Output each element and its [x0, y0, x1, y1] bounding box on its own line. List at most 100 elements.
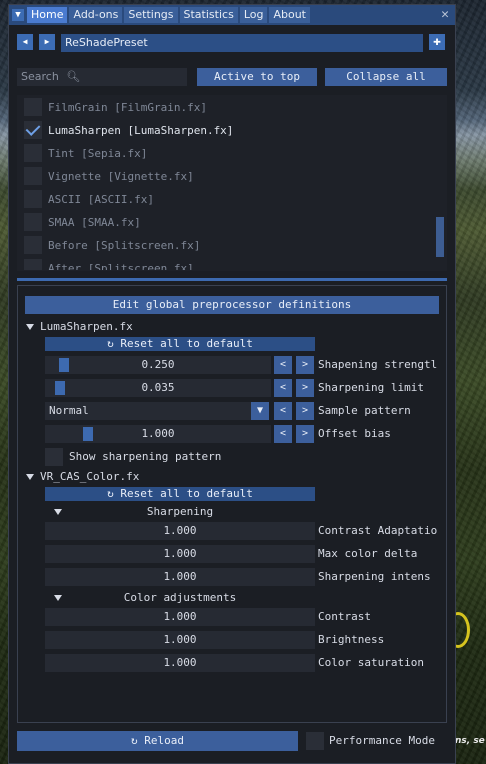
expand-arrow-icon	[26, 324, 34, 330]
effect-checkbox[interactable]	[24, 213, 42, 231]
effect-checkbox[interactable]	[24, 98, 42, 116]
tab-log[interactable]: Log	[239, 7, 268, 23]
panel-splitter[interactable]	[17, 278, 447, 281]
sample-pattern-combo[interactable]: Normal	[45, 402, 251, 420]
offset-bias-slider[interactable]: 1.000	[45, 425, 271, 443]
effect-checkbox[interactable]	[24, 190, 42, 208]
tab-statistics[interactable]: Statistics	[179, 7, 238, 23]
effect-item[interactable]: Vignette [Vignette.fx]	[24, 166, 194, 186]
tab-settings[interactable]: Settings	[124, 7, 178, 23]
param-label: Max color delta	[318, 547, 418, 560]
color-saturation-field[interactable]: 1.000	[45, 654, 315, 672]
param-label: Offset bias	[318, 427, 391, 440]
increment-button[interactable]: >	[296, 425, 314, 443]
effect-list-scrollbar[interactable]	[436, 217, 444, 257]
lumasharpen-reset-button[interactable]: ↻ Reset all to default	[45, 337, 315, 351]
slider-value: 0.035	[141, 381, 175, 394]
brightness-field[interactable]: 1.000	[45, 631, 315, 649]
effect-item[interactable]: Before [Splitscreen.fx]	[24, 235, 200, 255]
effect-checkbox-checked[interactable]	[24, 121, 42, 139]
reload-icon: ↻	[131, 734, 138, 747]
param-label: Show sharpening pattern	[69, 450, 222, 463]
effect-checkbox[interactable]	[24, 144, 42, 162]
slider-grab[interactable]	[59, 358, 69, 372]
reset-label: Reset all to default	[120, 337, 253, 350]
slider-grab[interactable]	[55, 381, 65, 395]
effect-label: Tint [Sepia.fx]	[48, 146, 148, 160]
background-caption: ns, se	[455, 736, 485, 746]
effect-item[interactable]: FilmGrain [FilmGrain.fx]	[24, 97, 207, 117]
slider-value: 1.000	[141, 427, 175, 440]
effect-label: SMAA [SMAA.fx]	[48, 215, 141, 229]
decrement-button[interactable]: <	[274, 402, 292, 420]
reset-label: Reset all to default	[120, 487, 253, 500]
title-bar: ▼ Home Add-ons Settings Statistics Log A…	[9, 5, 455, 25]
reload-button[interactable]: ↻ Reload	[17, 731, 298, 751]
param-label: Shapening strengtl	[318, 358, 438, 371]
decrement-button[interactable]: <	[274, 379, 292, 397]
edit-preprocessor-definitions-button[interactable]: Edit global preprocessor definitions	[25, 296, 439, 314]
settings-panel: Edit global preprocessor definitions Lum…	[17, 285, 447, 723]
reset-icon: ↻	[107, 487, 114, 500]
effect-item[interactable]: ASCII [ASCII.fx]	[24, 189, 154, 209]
next-preset-button[interactable]: ▶	[39, 34, 55, 50]
effect-label: Vignette [Vignette.fx]	[48, 169, 194, 183]
sharpening-strength-slider[interactable]: 0.250	[45, 356, 271, 374]
param-label: Contrast Adaptatio	[318, 524, 438, 537]
tab-home[interactable]: Home	[27, 7, 68, 23]
section-title: VR_CAS_Color.fx	[40, 470, 140, 483]
param-label: Color saturation	[318, 656, 424, 669]
increment-button[interactable]: >	[296, 356, 314, 374]
close-icon[interactable]: ✕	[441, 7, 449, 23]
previous-preset-button[interactable]: ◀	[17, 34, 33, 50]
preset-selector[interactable]: ReShadePreset	[61, 34, 423, 52]
sharpening-category-header[interactable]: Sharpening	[45, 505, 315, 518]
expand-arrow-icon	[26, 474, 34, 480]
performance-mode-checkbox[interactable]	[306, 732, 324, 750]
increment-button[interactable]: >	[296, 402, 314, 420]
contrast-field[interactable]: 1.000	[45, 608, 315, 626]
search-icon: 🔍︎	[66, 70, 81, 83]
contrast-adaptation-field[interactable]: 1.000	[45, 522, 315, 540]
search-placeholder: Search	[21, 70, 59, 83]
sharpening-limit-slider[interactable]: 0.035	[45, 379, 271, 397]
lumasharpen-section-header[interactable]: LumaSharpen.fx	[26, 320, 133, 333]
show-sharpening-pattern-checkbox[interactable]	[45, 448, 63, 466]
decrement-button[interactable]: <	[274, 356, 292, 374]
vr-cas-color-section-header[interactable]: VR_CAS_Color.fx	[26, 470, 139, 483]
performance-mode-label: Performance Mode	[329, 734, 435, 747]
effect-checkbox[interactable]	[24, 236, 42, 254]
effect-checkbox[interactable]	[24, 167, 42, 185]
param-label: Brightness	[318, 633, 385, 646]
tab-bar: Home Add-ons Settings Statistics Log Abo…	[27, 7, 310, 25]
sharpening-intensity-field[interactable]: 1.000	[45, 568, 315, 586]
effect-item[interactable]: SMAA [SMAA.fx]	[24, 212, 141, 232]
effect-label: LumaSharpen [LumaSharpen.fx]	[48, 123, 234, 137]
collapse-all-button[interactable]: Collapse all	[325, 68, 447, 86]
color-adjustments-category-header[interactable]: Color adjustments	[45, 591, 315, 604]
effect-label: FilmGrain [FilmGrain.fx]	[48, 100, 207, 114]
max-color-delta-field[interactable]: 1.000	[45, 545, 315, 563]
increment-button[interactable]: >	[296, 379, 314, 397]
effect-item[interactable]: Tint [Sepia.fx]	[24, 143, 147, 163]
search-input[interactable]: Search 🔍︎	[17, 68, 187, 86]
add-preset-button[interactable]: ✚	[429, 34, 445, 50]
effect-label: ASCII [ASCII.fx]	[48, 192, 154, 206]
reload-label: Reload	[144, 734, 184, 747]
effect-item[interactable]: LumaSharpen [LumaSharpen.fx]	[24, 120, 233, 140]
slider-grab[interactable]	[83, 427, 93, 441]
reset-icon: ↻	[107, 337, 114, 350]
active-to-top-button[interactable]: Active to top	[197, 68, 317, 86]
collapse-window-icon[interactable]: ▼	[12, 9, 24, 21]
tab-about[interactable]: About	[269, 7, 310, 23]
effect-label: After [Splitscreen.fx]	[48, 261, 194, 271]
bottom-bar: ↻ Reload Performance Mode	[17, 731, 447, 751]
combo-dropdown-icon[interactable]: ▼	[251, 402, 269, 420]
tab-add-ons[interactable]: Add-ons	[69, 7, 123, 23]
decrement-button[interactable]: <	[274, 425, 292, 443]
effect-checkbox[interactable]	[24, 259, 42, 270]
effect-item[interactable]: After [Splitscreen.fx]	[24, 258, 194, 271]
vr-cas-reset-button[interactable]: ↻ Reset all to default	[45, 487, 315, 501]
effect-label: Before [Splitscreen.fx]	[48, 238, 201, 252]
slider-value: 0.250	[141, 358, 175, 371]
